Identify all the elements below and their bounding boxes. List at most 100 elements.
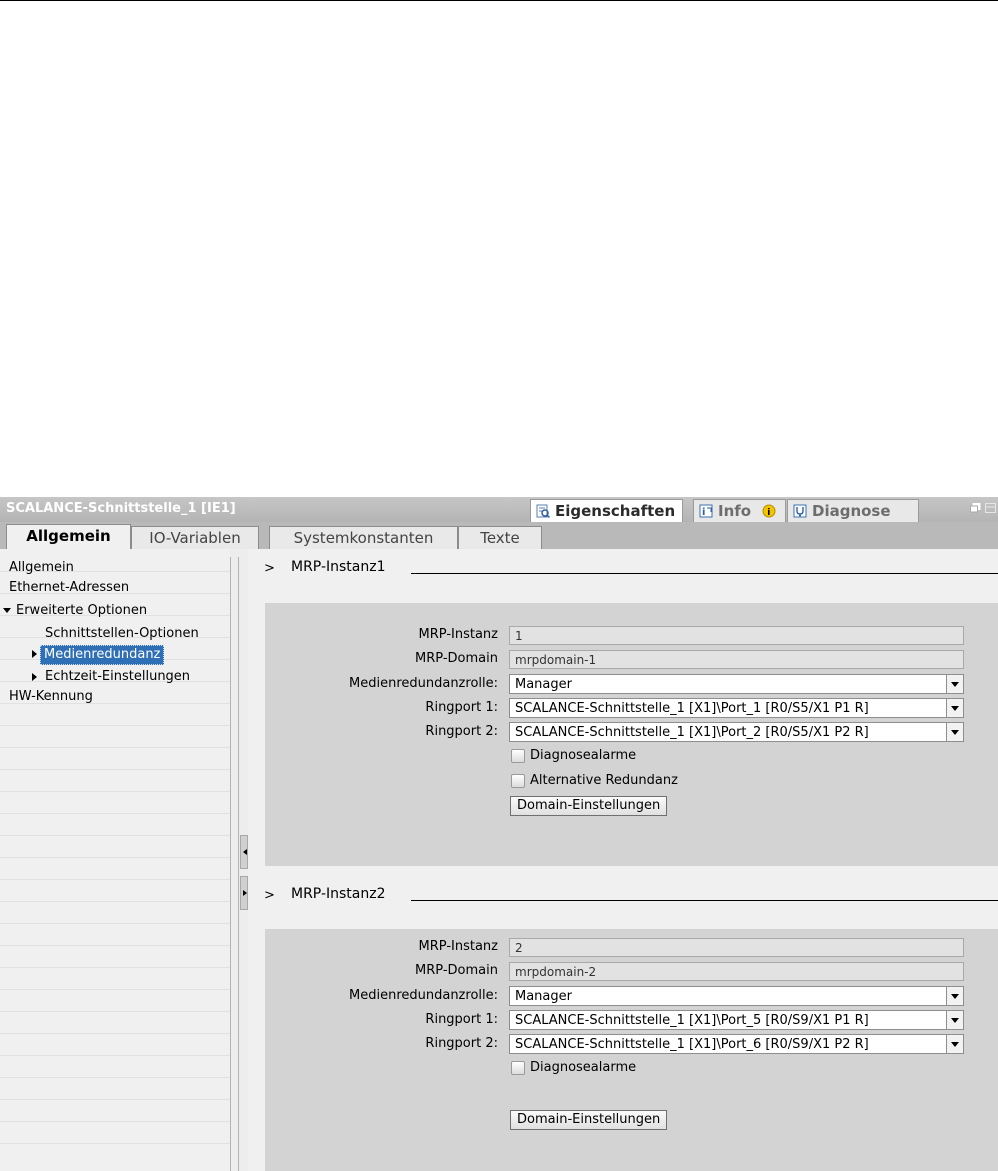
ringport-2-select[interactable]: SCALANCE-Schnittstelle_1 [X1]\Port_2 [R0…	[509, 722, 964, 742]
ringport-1-select[interactable]: SCALANCE-Schnittstelle_1 [X1]\Port_5 [R0…	[509, 1010, 964, 1030]
nav-item-schnittstellen-optionen[interactable]: Schnittstellen-Optionen	[45, 625, 199, 643]
tab-label: Info	[718, 502, 752, 520]
row-divider	[0, 791, 230, 792]
info-icon: i	[699, 504, 713, 518]
tab-strip: Allgemein IO-Variablen Systemkonstanten …	[0, 522, 998, 549]
nav-item-hw-kennung[interactable]: HW-Kennung	[9, 688, 93, 706]
dropdown-arrow-icon[interactable]	[946, 1010, 964, 1030]
ringport-1-select[interactable]: SCALANCE-Schnittstelle_1 [X1]\Port_1 [R0…	[509, 698, 964, 718]
label-ringport-2: Ringport 2:	[425, 724, 498, 739]
panel-splitter[interactable]	[230, 549, 248, 1171]
diagnose-icon	[793, 504, 807, 518]
row-divider	[0, 769, 230, 770]
checkbox-label: Diagnosealarme	[530, 748, 637, 763]
label-mrp-instanz: MRP-Instanz	[418, 939, 498, 954]
tab-diagnose[interactable]: Diagnose	[787, 499, 919, 522]
domain-einstellungen-button[interactable]: Domain-Einstellungen	[510, 1110, 668, 1130]
properties-panel: SCALANCE-Schnittstelle_1 [IE1] Eigenscha…	[0, 497, 998, 1171]
collapse-left-icon[interactable]	[243, 849, 247, 855]
row-divider	[0, 967, 230, 968]
row-divider	[0, 813, 230, 814]
nav-item-medienredundanz[interactable]: Medienredundanz	[40, 645, 165, 665]
label-mrp-domain: MRP-Domain	[415, 651, 498, 666]
navigation-tree: Allgemein Ethernet-Adressen Erweiterte O…	[0, 549, 230, 1171]
float-window-icon[interactable]	[970, 503, 981, 513]
dropdown-arrow-icon[interactable]	[946, 986, 964, 1006]
mrp-instanz-field: 1	[509, 626, 964, 645]
dropdown-arrow-icon[interactable]	[946, 722, 964, 742]
select-value: SCALANCE-Schnittstelle_1 [X1]\Port_5 [R0…	[515, 1013, 869, 1028]
section-title: MRP-Instanz1	[291, 559, 386, 575]
row-divider	[0, 835, 230, 836]
tab-texte[interactable]: Texte	[458, 526, 542, 549]
label-ringport-2: Ringport 2:	[425, 1036, 498, 1051]
row-divider	[0, 923, 230, 924]
dropdown-arrow-icon[interactable]	[946, 698, 964, 718]
section-rule	[411, 900, 998, 901]
collapsed-arrow-icon[interactable]	[32, 650, 37, 658]
properties-content: > MRP-Instanz1 MRP-Instanz 1 MRP-Domain …	[248, 549, 998, 1171]
tab-label: Diagnose	[812, 502, 891, 520]
row-divider	[0, 725, 230, 726]
tab-eigenschaften[interactable]: Eigenschaften	[530, 499, 683, 522]
maximize-panel-icon[interactable]	[985, 503, 996, 513]
dropdown-arrow-icon[interactable]	[946, 674, 964, 694]
ringport-2-select[interactable]: SCALANCE-Schnittstelle_1 [X1]\Port_6 [R0…	[509, 1034, 964, 1054]
row-divider	[0, 857, 230, 858]
checkbox-box[interactable]	[511, 749, 525, 763]
section-chevron-icon[interactable]: >	[264, 561, 275, 576]
expanded-arrow-icon[interactable]	[3, 608, 11, 613]
nav-item-allgemein[interactable]: Allgemein	[9, 559, 74, 577]
mrp-domain-field: mrpdomain-2	[509, 962, 964, 981]
splitter-line	[230, 557, 231, 1171]
properties-icon	[536, 504, 550, 518]
select-value: Manager	[515, 677, 572, 692]
nav-item-echtzeit-einstellungen[interactable]: Echtzeit-Einstellungen	[45, 668, 190, 686]
select-value: SCALANCE-Schnittstelle_1 [X1]\Port_2 [R0…	[515, 725, 869, 740]
mrp-instanz-field: 2	[509, 938, 964, 957]
section-title: MRP-Instanz2	[291, 886, 386, 902]
row-divider	[0, 1099, 230, 1100]
tab-label: Texte	[480, 529, 520, 547]
section-chevron-icon[interactable]: >	[264, 888, 275, 903]
label-medienredundanzrolle: Medienredundanzrolle:	[349, 988, 498, 1003]
tab-allgemein[interactable]: Allgemein	[6, 524, 131, 549]
label-medienredundanzrolle: Medienredundanzrolle:	[349, 676, 498, 691]
domain-einstellungen-button[interactable]: Domain-Einstellungen	[510, 796, 668, 816]
select-value: SCALANCE-Schnittstelle_1 [X1]\Port_6 [R0…	[515, 1037, 869, 1052]
label-mrp-instanz: MRP-Instanz	[418, 627, 498, 642]
panel-title: SCALANCE-Schnittstelle_1 [IE1]	[6, 501, 236, 516]
tab-label: Systemkonstanten	[293, 529, 434, 547]
svg-text:i: i	[702, 507, 705, 518]
row-divider	[0, 1011, 230, 1012]
tab-io-variablen[interactable]: IO-Variablen	[131, 526, 259, 549]
section-header-mrp-instanz2[interactable]: > MRP-Instanz2	[248, 876, 998, 912]
medienredundanzrolle-select[interactable]: Manager	[509, 986, 964, 1006]
tab-systemkonstanten[interactable]: Systemkonstanten	[269, 526, 458, 549]
nav-item-ethernet-adressen[interactable]: Ethernet-Adressen	[9, 579, 129, 597]
label-mrp-domain: MRP-Domain	[415, 963, 498, 978]
nav-item-erweiterte-optionen[interactable]: Erweiterte Optionen	[16, 602, 147, 620]
row-divider	[0, 945, 230, 946]
section-header-mrp-instanz1[interactable]: > MRP-Instanz1	[248, 549, 998, 585]
medienredundanzrolle-select[interactable]: Manager	[509, 674, 964, 694]
splitter-line	[238, 557, 239, 1171]
row-divider	[0, 1077, 230, 1078]
tab-info[interactable]: i Info i	[693, 499, 786, 522]
row-divider	[0, 1033, 230, 1034]
row-divider	[0, 1055, 230, 1056]
checkbox-box[interactable]	[511, 1061, 525, 1075]
expand-right-icon[interactable]	[243, 890, 247, 896]
select-value: Manager	[515, 989, 572, 1004]
label-ringport-1: Ringport 1:	[425, 700, 498, 715]
checkbox-box[interactable]	[511, 774, 525, 788]
dropdown-arrow-icon[interactable]	[946, 1034, 964, 1054]
tab-label: Eigenschaften	[555, 502, 676, 520]
section-body-mrp-instanz2: MRP-Instanz 2 MRP-Domain mrpdomain-2 Med…	[265, 929, 998, 1171]
select-value: SCALANCE-Schnittstelle_1 [X1]\Port_1 [R0…	[515, 701, 869, 716]
top-border-line	[0, 0, 998, 1]
tab-label: Allgemein	[26, 527, 111, 545]
section-rule	[411, 573, 998, 574]
svg-text:i: i	[767, 508, 770, 518]
collapsed-arrow-icon[interactable]	[32, 673, 37, 681]
